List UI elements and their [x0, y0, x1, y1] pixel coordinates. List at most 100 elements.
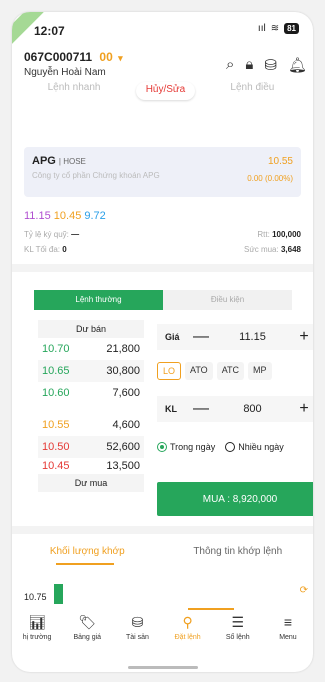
tab-condition-order[interactable]: Lệnh điều	[230, 82, 274, 100]
nav-market[interactable]: 📊︎ hị trường	[12, 610, 62, 662]
order-book: Dư bán 10.70 21,800 10.65 30,800 10.60 7,60…	[38, 320, 144, 492]
app-screen: 12:07 ııl ≋ 81 067C000711 00 ▾ Nguyễn Ho…	[12, 12, 313, 672]
reference-price[interactable]: 10.45	[54, 210, 82, 222]
buy-header: Dư mua	[38, 474, 144, 492]
quantity-increase-button[interactable]: +	[294, 400, 313, 418]
quantity-input[interactable]: 800	[211, 403, 294, 415]
order-type-ato[interactable]: ATO	[185, 362, 213, 380]
max-qty-row: KL Tối đa: 0 Sức mua: 3,648	[24, 245, 301, 254]
lock-icon[interactable]: 🔒︎	[245, 56, 253, 74]
sub-account: 00	[99, 50, 113, 64]
floor-price[interactable]: 9.72	[84, 210, 105, 222]
signal-icon: ııl	[257, 23, 266, 34]
price-levels: 11.15 10.45 9.72	[24, 210, 106, 222]
max-qty-label: KL Tối đa:	[24, 245, 61, 254]
nav-order-book[interactable]: ☰ Sổ lệnh	[213, 610, 263, 662]
price-decrease-button[interactable]: —	[191, 328, 211, 346]
price-input[interactable]: 11.15	[211, 331, 294, 343]
quantity-label: KL	[165, 404, 177, 414]
validity-options: Trong ngày Nhiều ngày	[157, 442, 284, 452]
price-label: Giá	[165, 332, 180, 342]
bell-icon[interactable]: 🔔︎	[288, 56, 307, 74]
price-increase-button[interactable]: +	[294, 328, 313, 346]
refresh-icon[interactable]: ⟳	[300, 585, 308, 596]
margin-row: Tỷ lệ ký quỹ: — Rtt: 100,000	[24, 230, 301, 239]
nav-label: Đặt lệnh	[174, 634, 201, 641]
stock-change: 0.00 (0.00%)	[247, 174, 293, 183]
list-icon: ☰	[231, 614, 245, 630]
nav-assets[interactable]: ⛁ Tài sản	[112, 610, 162, 662]
margin-label: Tỷ lệ ký quỹ:	[24, 230, 69, 239]
nav-label: Tài sản	[125, 634, 149, 641]
buy-row[interactable]: 10.45 13,500	[38, 458, 144, 474]
active-tab-indicator	[56, 563, 114, 565]
chart-price-label: 10.75	[24, 592, 47, 602]
radio-multi-day[interactable]: Nhiều ngày	[225, 442, 284, 452]
sell-qty: 30,800	[106, 365, 140, 377]
stock-price: 10.55	[267, 156, 293, 167]
bar-chart-icon: 📊︎	[28, 614, 46, 630]
buy-qty: 52,600	[106, 441, 140, 453]
sell-qty: 7,600	[112, 387, 140, 399]
rtt-label: Rtt:	[257, 230, 270, 239]
quantity-stepper: KL — 800 +	[157, 396, 313, 422]
tab-conditional[interactable]: Điều kiện	[163, 290, 292, 310]
menu-icon: ≡	[283, 614, 293, 630]
quantity-decrease-button[interactable]: —	[191, 400, 211, 418]
radio-today-label: Trong ngày	[170, 442, 216, 452]
tab-cancel-edit[interactable]: Hủy/Sửa	[135, 82, 196, 100]
tab-quick-order[interactable]: Lệnh nhanh	[48, 82, 101, 100]
buy-price: 10.45	[42, 460, 70, 472]
buying-power-label: Sức mua:	[244, 245, 279, 254]
nav-label: Bảng giá	[73, 634, 102, 641]
tab-normal-order[interactable]: Lệnh thường	[34, 290, 163, 310]
status-bar: 12:07 ııl ≋ 81	[12, 12, 313, 48]
status-time: 12:07	[34, 24, 65, 38]
search-icon[interactable]: ⌕	[226, 56, 234, 74]
buy-button[interactable]: MUA : 8,920,000	[157, 482, 313, 516]
radio-today[interactable]: Trong ngày	[157, 442, 215, 452]
header-actions: ⌕ 🔒︎ ⛁ 🔔︎	[226, 56, 307, 74]
account-selector[interactable]: 067C000711 00 ▾ Nguyễn Hoài Nam	[24, 50, 123, 78]
order-type-buttons: LO ATO ATC MP	[157, 362, 272, 380]
order-icon: ⚲	[182, 614, 193, 630]
sell-qty: 21,800	[106, 343, 140, 355]
order-type-mp[interactable]: MP	[248, 362, 272, 380]
stock-exchange: | HOSE	[58, 157, 86, 166]
battery-icon: 81	[284, 23, 299, 34]
home-indicator[interactable]	[128, 666, 198, 669]
tab-match-info[interactable]: Thông tin khớp lệnh	[163, 546, 314, 566]
order-type-tabs: Lệnh nhanh Hủy/Sửa Lệnh điều	[30, 82, 292, 100]
sell-header: Dư bán	[38, 320, 144, 338]
radio-checked-icon	[157, 442, 167, 452]
sell-row[interactable]: 10.65 30,800	[38, 360, 144, 382]
section-divider	[12, 526, 313, 534]
order-type-atc[interactable]: ATC	[216, 362, 245, 380]
radio-unchecked-icon	[225, 442, 236, 452]
ceiling-price[interactable]: 11.15	[24, 210, 51, 222]
nav-place-order[interactable]: ⚲ Đặt lệnh	[163, 610, 213, 662]
sell-row[interactable]: 10.60 7,600	[38, 382, 144, 404]
rtt-value: 100,000	[272, 230, 301, 239]
wallet-icon[interactable]: ⛁	[264, 56, 277, 74]
buy-qty: 4,600	[112, 419, 140, 431]
order-type-lo[interactable]: LO	[157, 362, 182, 380]
radio-multi-label: Nhiều ngày	[238, 442, 284, 452]
buy-row[interactable]: 10.50 52,600	[38, 436, 144, 458]
order-mode-tabs: Lệnh thường Điều kiện	[34, 290, 292, 310]
margin-value: —	[71, 230, 80, 239]
sell-price: 10.70	[42, 343, 70, 355]
account-id: 067C000711	[24, 50, 93, 64]
nav-menu[interactable]: ≡ Menu	[263, 610, 313, 662]
sell-row[interactable]: 10.70 21,800	[38, 338, 144, 360]
buy-row[interactable]: 10.55 4,600	[38, 414, 144, 436]
matched-volume-chart: 10.75 ⟳	[24, 582, 313, 608]
nav-label: hị trường	[22, 634, 52, 641]
buying-power-value: 3,648	[280, 245, 301, 254]
wifi-icon: ≋	[270, 23, 280, 34]
stock-card[interactable]: APG | HOSE Công ty cổ phần Chứng khoán A…	[24, 147, 301, 197]
bottom-nav: 📊︎ hị trường 🏷︎ Bảng giá ⛁ Tài sản ⚲ Đặt lện…	[12, 610, 313, 662]
nav-price-board[interactable]: 🏷︎ Bảng giá	[62, 610, 112, 662]
tag-icon: 🏷︎	[78, 614, 97, 630]
sell-price: 10.65	[42, 365, 70, 377]
